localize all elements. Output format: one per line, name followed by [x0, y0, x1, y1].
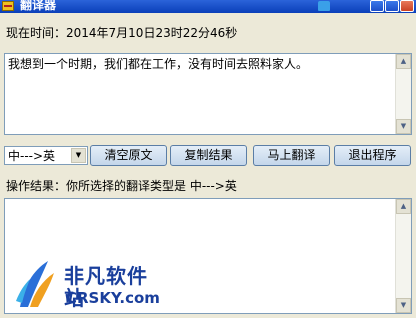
minimize-button[interactable] [370, 0, 384, 12]
arrow-up-icon[interactable]: ▲ [396, 54, 411, 69]
arrow-up-icon[interactable]: ▲ [396, 199, 411, 214]
result-label: 操作结果：你所选择的翻译类型是 中--->英 [6, 179, 237, 193]
translate-now-button[interactable]: 马上翻译 [253, 145, 330, 166]
copy-result-button[interactable]: 复制结果 [170, 145, 247, 166]
watermark-logo-icon [16, 261, 54, 307]
close-button[interactable] [400, 0, 414, 12]
arrow-down-icon[interactable]: ▼ [396, 298, 411, 313]
arrow-down-icon[interactable]: ▼ [396, 119, 411, 134]
translation-mode-value: 中--->英 [8, 149, 56, 163]
source-text-area[interactable]: 我想到一个时期，我们都在工作，没有时间去照料家人。 ▲ ▼ [4, 53, 412, 135]
translation-mode-select[interactable]: 中--->英 ▼ [4, 146, 88, 165]
app-icon [2, 1, 14, 11]
source-text: 我想到一个时期，我们都在工作，没有时间去照料家人。 [8, 57, 309, 71]
maximize-button[interactable] [385, 0, 399, 12]
clear-source-button[interactable]: 清空原文 [90, 145, 167, 166]
window-title: 翻译器 [20, 0, 57, 12]
result-scrollbar[interactable]: ▲ ▼ [395, 199, 411, 313]
current-time-label: 现在时间：2014年7月10日23时22分46秒 [6, 26, 238, 40]
shirt-icon[interactable] [318, 1, 330, 11]
title-bar[interactable]: 翻译器 [0, 0, 416, 13]
chevron-down-icon[interactable]: ▼ [71, 148, 86, 163]
exit-program-button[interactable]: 退出程序 [334, 145, 411, 166]
source-scrollbar[interactable]: ▲ ▼ [395, 54, 411, 134]
watermark: 非凡软件站 CRSKY.com [14, 255, 164, 315]
watermark-en: CRSKY.com [66, 289, 160, 307]
